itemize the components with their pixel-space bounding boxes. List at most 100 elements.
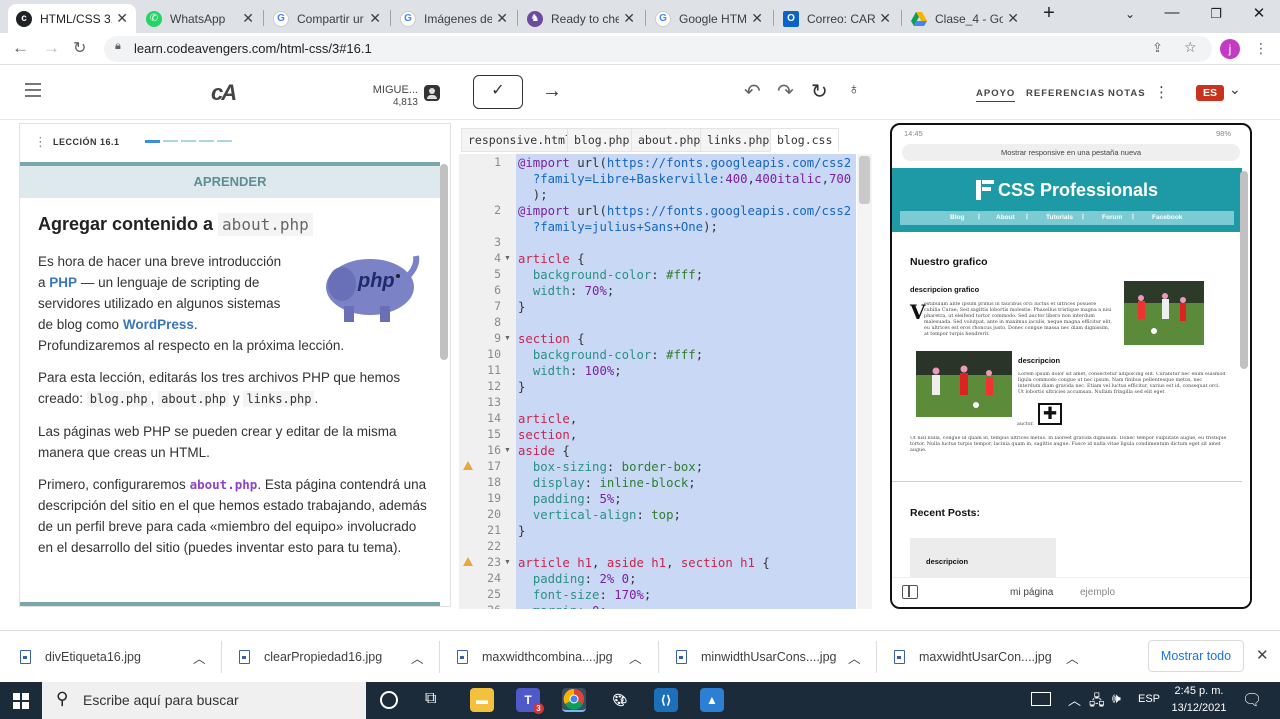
nav-referencias[interactable]: REFERENCIAS (1026, 88, 1105, 99)
progress-step-active[interactable] (145, 140, 160, 143)
close-icon[interactable]: ✕ (1007, 10, 1019, 27)
file-tab-active[interactable]: blog.css (770, 128, 840, 152)
browser-tab[interactable]: ✆ WhatsApp ✕ (138, 4, 262, 33)
paint-icon[interactable]: 🎨︎ (608, 688, 632, 712)
warning-icon[interactable] (463, 557, 473, 566)
browser-tab[interactable]: Clase_4 - Goo ✕ (903, 4, 1027, 33)
chevron-up-icon[interactable]: ︿ (411, 648, 424, 667)
site-nav-forum[interactable]: Forum (1102, 214, 1122, 221)
drag-handle-icon[interactable]: ⋮ (34, 134, 47, 150)
network-icon[interactable]: 🖧︎ (1089, 690, 1105, 714)
hint-bulb-icon[interactable]: ♁ (848, 81, 860, 99)
window-close-button[interactable]: ✕ (1244, 4, 1274, 22)
progress-step[interactable] (163, 140, 178, 142)
language-indicator[interactable]: ESP (1138, 693, 1160, 705)
forward-arrow-icon[interactable]: → (43, 38, 60, 58)
site-nav-about[interactable]: About (996, 214, 1015, 221)
file-explorer-icon[interactable]: ▬ (470, 688, 494, 712)
fold-arrow-icon[interactable]: ▼ (504, 255, 511, 262)
editor-scrollbar-thumb[interactable] (859, 156, 870, 204)
download-item[interactable]: maxwidthcombina....jpg (457, 631, 613, 683)
progress-step[interactable] (199, 140, 214, 142)
chevron-up-icon[interactable]: ︿ (629, 648, 642, 667)
teams-icon[interactable]: T3 (516, 688, 544, 714)
clock-time[interactable]: 2:45 p. m. (1170, 685, 1228, 697)
php-link[interactable]: PHP (49, 275, 77, 290)
wordpress-link[interactable]: WordPress (123, 317, 194, 332)
star-icon[interactable]: ☆ (1184, 39, 1197, 56)
close-icon[interactable]: ✕ (623, 10, 635, 27)
file-tab[interactable]: blog.php (567, 128, 637, 152)
file-tab[interactable]: responsive.html (461, 128, 579, 152)
tab-search-chevron-icon[interactable]: ⌄ (1115, 7, 1145, 21)
menu-kebab-icon[interactable]: ⋮ (1254, 40, 1268, 57)
profile-avatar[interactable]: j (1220, 39, 1240, 59)
download-item[interactable]: divEtiqueta16.jpg (20, 631, 141, 683)
taskbar-search-box[interactable]: ⚲ Escribe aquí para buscar (42, 682, 366, 719)
browser-tab[interactable]: c HTML/CSS 3. ✕ (8, 4, 136, 33)
hamburger-menu-icon[interactable] (25, 83, 41, 97)
refresh-icon[interactable]: ↻ (811, 79, 828, 104)
preview-scrollbar[interactable] (1240, 171, 1248, 369)
site-nav-blog[interactable]: Blog (950, 214, 964, 221)
fold-arrow-icon[interactable]: ▼ (504, 335, 511, 342)
reload-icon[interactable]: ↻ (73, 38, 86, 58)
check-button[interactable]: ✓ (473, 75, 523, 109)
language-flag[interactable]: ES (1196, 85, 1224, 101)
minimize-button[interactable]: — (1157, 4, 1187, 21)
codeavengers-logo[interactable]: cA (211, 80, 237, 106)
chevron-up-icon[interactable]: ︿ (848, 648, 861, 667)
browser-tab[interactable]: G Imágenes de ✕ (392, 4, 516, 33)
download-item[interactable]: maxwidhtUsarCon....jpg (894, 631, 1052, 683)
close-icon[interactable]: ✕ (242, 10, 254, 27)
restore-button[interactable]: ❐ (1201, 6, 1231, 22)
chevron-up-icon[interactable]: ︿ (1068, 690, 1081, 709)
show-all-button[interactable]: Mostrar todo (1148, 640, 1244, 672)
back-arrow-icon[interactable]: ← (12, 38, 29, 58)
file-tab[interactable]: about.php (631, 128, 708, 152)
browser-tab[interactable]: ♞ Ready to che ✕ (519, 4, 643, 33)
cortana-icon[interactable] (380, 691, 398, 709)
download-item[interactable]: minwidthUsarCons....jpg (676, 631, 836, 683)
fold-arrow-icon[interactable]: ▼ (504, 559, 511, 566)
progress-step[interactable] (181, 140, 196, 142)
close-icon[interactable]: ✕ (879, 10, 891, 27)
editor-scrollbar-track[interactable] (857, 154, 872, 609)
task-view-icon[interactable]: ⧉ (425, 690, 436, 708)
tab-ejemplo[interactable]: ejemplo (1080, 587, 1115, 598)
user-name[interactable]: MIGUE... (356, 84, 418, 96)
file-tab[interactable]: links.php (700, 128, 777, 152)
open-in-new-tab-button[interactable]: Mostrar responsive en una pestaña nueva (902, 144, 1240, 161)
browser-tab[interactable]: G Google HTML ✕ (647, 4, 771, 33)
close-icon[interactable]: ✕ (496, 10, 508, 27)
undo-icon[interactable]: ↶ (744, 79, 761, 104)
lesson-scrollbar[interactable] (440, 164, 448, 360)
new-tab-button[interactable]: + (1034, 2, 1064, 25)
code-area[interactable]: @import url(https://fonts.googleapis.com… (516, 154, 856, 609)
more-kebab-icon[interactable]: ⋮ (1154, 83, 1169, 101)
warning-icon[interactable] (463, 461, 473, 470)
chevron-up-icon[interactable]: ︿ (193, 648, 206, 667)
chrome-icon[interactable] (562, 688, 586, 712)
nav-notas[interactable]: NOTAS (1108, 88, 1146, 99)
chevron-up-icon[interactable]: ︿ (1066, 648, 1079, 667)
notifications-icon[interactable]: 🗨︎ (1242, 690, 1262, 710)
volume-icon[interactable]: 🕪︎ (1112, 690, 1121, 707)
preview-device-icon[interactable] (902, 585, 918, 599)
site-nav-tutorials[interactable]: Tutorials (1046, 214, 1073, 221)
photos-icon[interactable]: ▲ (700, 688, 724, 712)
browser-tab[interactable]: G Compartir ur ✕ (265, 4, 389, 33)
progress-step[interactable] (217, 140, 232, 142)
keyboard-icon[interactable] (1031, 692, 1051, 706)
tab-mi-pagina[interactable]: mi página (1010, 587, 1053, 598)
next-arrow-icon[interactable]: → (542, 80, 562, 103)
redo-icon[interactable]: ↷ (777, 79, 794, 104)
share-icon[interactable]: ⇪ (1152, 40, 1163, 56)
clock-date[interactable]: 13/12/2021 (1166, 702, 1232, 714)
recent-post-card[interactable]: descripcion (910, 538, 1056, 578)
close-downloads-icon[interactable]: ✕ (1256, 646, 1269, 664)
nav-apoyo[interactable]: APOYO (976, 88, 1016, 102)
download-item[interactable]: clearPropiedad16.jpg (239, 631, 382, 683)
close-icon[interactable]: ✕ (751, 10, 763, 27)
fold-arrow-icon[interactable]: ▼ (504, 447, 511, 454)
